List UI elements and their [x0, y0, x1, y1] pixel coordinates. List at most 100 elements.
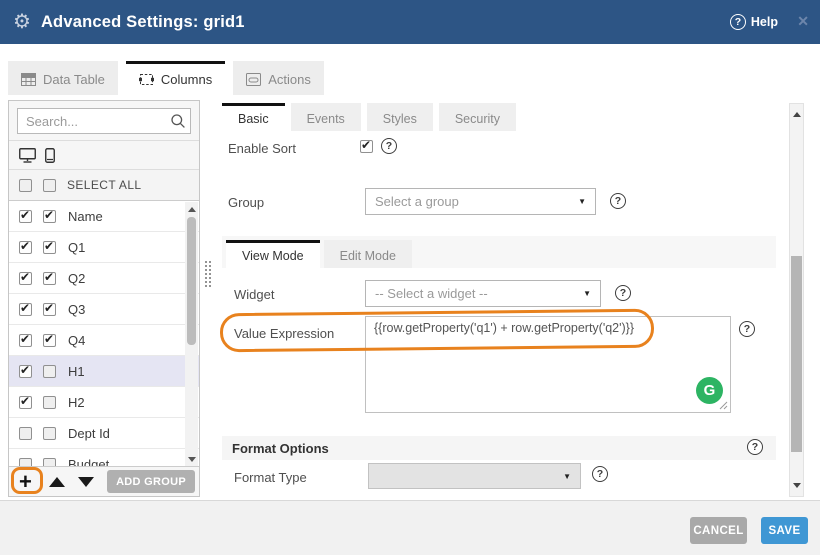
enable-sort-help-icon[interactable]: ? [381, 138, 397, 154]
move-up-button[interactable] [49, 477, 65, 487]
cancel-button[interactable]: CANCEL [690, 517, 747, 544]
format-options-header: Format Options [222, 436, 776, 460]
widget-help-icon[interactable]: ? [615, 285, 631, 301]
enable-sort-label: Enable Sort [228, 141, 296, 156]
scroll-up-icon[interactable] [793, 112, 801, 117]
scroll-down-icon[interactable] [793, 483, 801, 488]
gear-icon: ⚙ [13, 12, 31, 32]
format-type-select[interactable]: ▼ [368, 463, 581, 489]
column-row-q1[interactable]: Q1 [9, 232, 199, 263]
close-icon[interactable]: ✕ [797, 13, 809, 30]
tab-label: Basic [238, 112, 269, 126]
search-icon[interactable] [170, 113, 186, 134]
scrollbar-thumb[interactable] [187, 217, 196, 345]
tab-label: Columns [161, 72, 212, 87]
add-column-button[interactable]: + [19, 472, 32, 492]
column-row-name[interactable]: Name [9, 201, 199, 232]
enable-sort-checkbox[interactable] [360, 140, 373, 153]
move-down-button[interactable] [78, 477, 94, 487]
mobile-checkbox[interactable] [43, 334, 56, 347]
value-expression-textarea[interactable]: {{row.getProperty('q1') + row.getPropert… [365, 316, 731, 413]
chevron-down-icon: ▼ [583, 289, 591, 298]
columns-sidebar: SELECT ALL Name Q1 Q2 Q3 [8, 100, 200, 497]
group-help-icon[interactable]: ? [610, 193, 626, 209]
select-all-row[interactable]: SELECT ALL [9, 170, 199, 201]
mobile-checkbox[interactable] [43, 365, 56, 378]
dialog-header: ⚙ Advanced Settings: grid1 ? Help ✕ [0, 0, 820, 44]
mobile-checkbox[interactable] [43, 272, 56, 285]
desktop-icon[interactable] [19, 148, 36, 163]
tab-columns[interactable]: Columns [126, 61, 225, 95]
column-row-dept-id[interactable]: Dept Id [9, 418, 199, 449]
format-type-help-icon[interactable]: ? [592, 466, 608, 482]
sidebar-footer: + ADD GROUP [9, 466, 199, 496]
columns-icon [139, 73, 154, 86]
save-button[interactable]: SAVE [761, 517, 808, 544]
tab-label: Edit Mode [340, 249, 396, 263]
column-label: Q4 [68, 333, 85, 348]
tab-view-mode[interactable]: View Mode [226, 240, 320, 268]
desktop-checkbox[interactable] [19, 241, 32, 254]
widget-select-value: -- Select a widget -- [375, 286, 488, 301]
column-row-q4[interactable]: Q4 [9, 325, 199, 356]
tab-actions[interactable]: Actions [233, 61, 324, 95]
column-row-h1[interactable]: H1 [9, 356, 199, 387]
search-row [9, 101, 199, 141]
mobile-checkbox[interactable] [43, 427, 56, 440]
tab-styles[interactable]: Styles [367, 103, 433, 131]
search-input[interactable] [17, 108, 191, 134]
tab-edit-mode[interactable]: Edit Mode [324, 240, 412, 268]
grammarly-icon[interactable]: G [696, 377, 723, 404]
mobile-checkbox[interactable] [43, 210, 56, 223]
column-settings-panel: Basic Events Styles Security Enable Sort… [218, 100, 805, 500]
desktop-checkbox[interactable] [19, 334, 32, 347]
column-row-h2[interactable]: H2 [9, 387, 199, 418]
mobile-checkbox[interactable] [43, 241, 56, 254]
column-row-q3[interactable]: Q3 [9, 294, 199, 325]
format-options-help-icon[interactable]: ? [747, 439, 763, 455]
tab-basic[interactable]: Basic [222, 103, 285, 131]
column-list-scrollbar[interactable] [185, 202, 198, 467]
column-label: Q2 [68, 271, 85, 286]
desktop-checkbox[interactable] [19, 210, 32, 223]
tab-data-table[interactable]: Data Table [8, 61, 118, 95]
tab-label: Styles [383, 112, 417, 126]
desktop-checkbox[interactable] [19, 427, 32, 440]
scroll-up-icon[interactable] [188, 207, 196, 212]
mobile-checkbox[interactable] [43, 303, 56, 316]
add-group-button[interactable]: ADD GROUP [107, 470, 195, 493]
column-row-q2[interactable]: Q2 [9, 263, 199, 294]
desktop-checkbox[interactable] [19, 272, 32, 285]
data-table-icon [21, 73, 36, 86]
scroll-down-icon[interactable] [188, 457, 196, 462]
group-select[interactable]: Select a group ▼ [365, 188, 596, 215]
tab-label: Data Table [43, 72, 105, 87]
textarea-resize-handle[interactable] [719, 401, 728, 410]
widget-label: Widget [234, 287, 274, 302]
dialog-footer: CANCEL SAVE [0, 501, 820, 555]
mode-tab-bar: View Mode Edit Mode [226, 240, 412, 268]
desktop-checkbox[interactable] [19, 303, 32, 316]
actions-icon [246, 73, 261, 86]
mobile-icon[interactable] [45, 148, 55, 163]
desktop-checkbox[interactable] [19, 396, 32, 409]
column-list: Name Q1 Q2 Q3 Q4 [9, 201, 199, 468]
settings-tab-bar: Basic Events Styles Security [222, 103, 516, 131]
help-button[interactable]: ? Help [730, 0, 778, 44]
mobile-checkbox[interactable] [43, 396, 56, 409]
scrollbar-thumb[interactable] [791, 256, 802, 452]
panel-resize-handle[interactable] [204, 260, 213, 287]
select-all-mobile-checkbox[interactable] [43, 179, 56, 192]
column-label: Q3 [68, 302, 85, 317]
format-type-label: Format Type [234, 470, 307, 485]
select-all-desktop-checkbox[interactable] [19, 179, 32, 192]
format-options-title: Format Options [232, 441, 329, 456]
chevron-down-icon: ▼ [578, 197, 586, 206]
tab-events[interactable]: Events [291, 103, 361, 131]
tab-security[interactable]: Security [439, 103, 516, 131]
value-expression-help-icon[interactable]: ? [739, 321, 755, 337]
widget-select[interactable]: -- Select a widget -- ▼ [365, 280, 601, 307]
column-label: Name [68, 209, 103, 224]
desktop-checkbox[interactable] [19, 365, 32, 378]
panel-scrollbar[interactable] [789, 103, 804, 497]
